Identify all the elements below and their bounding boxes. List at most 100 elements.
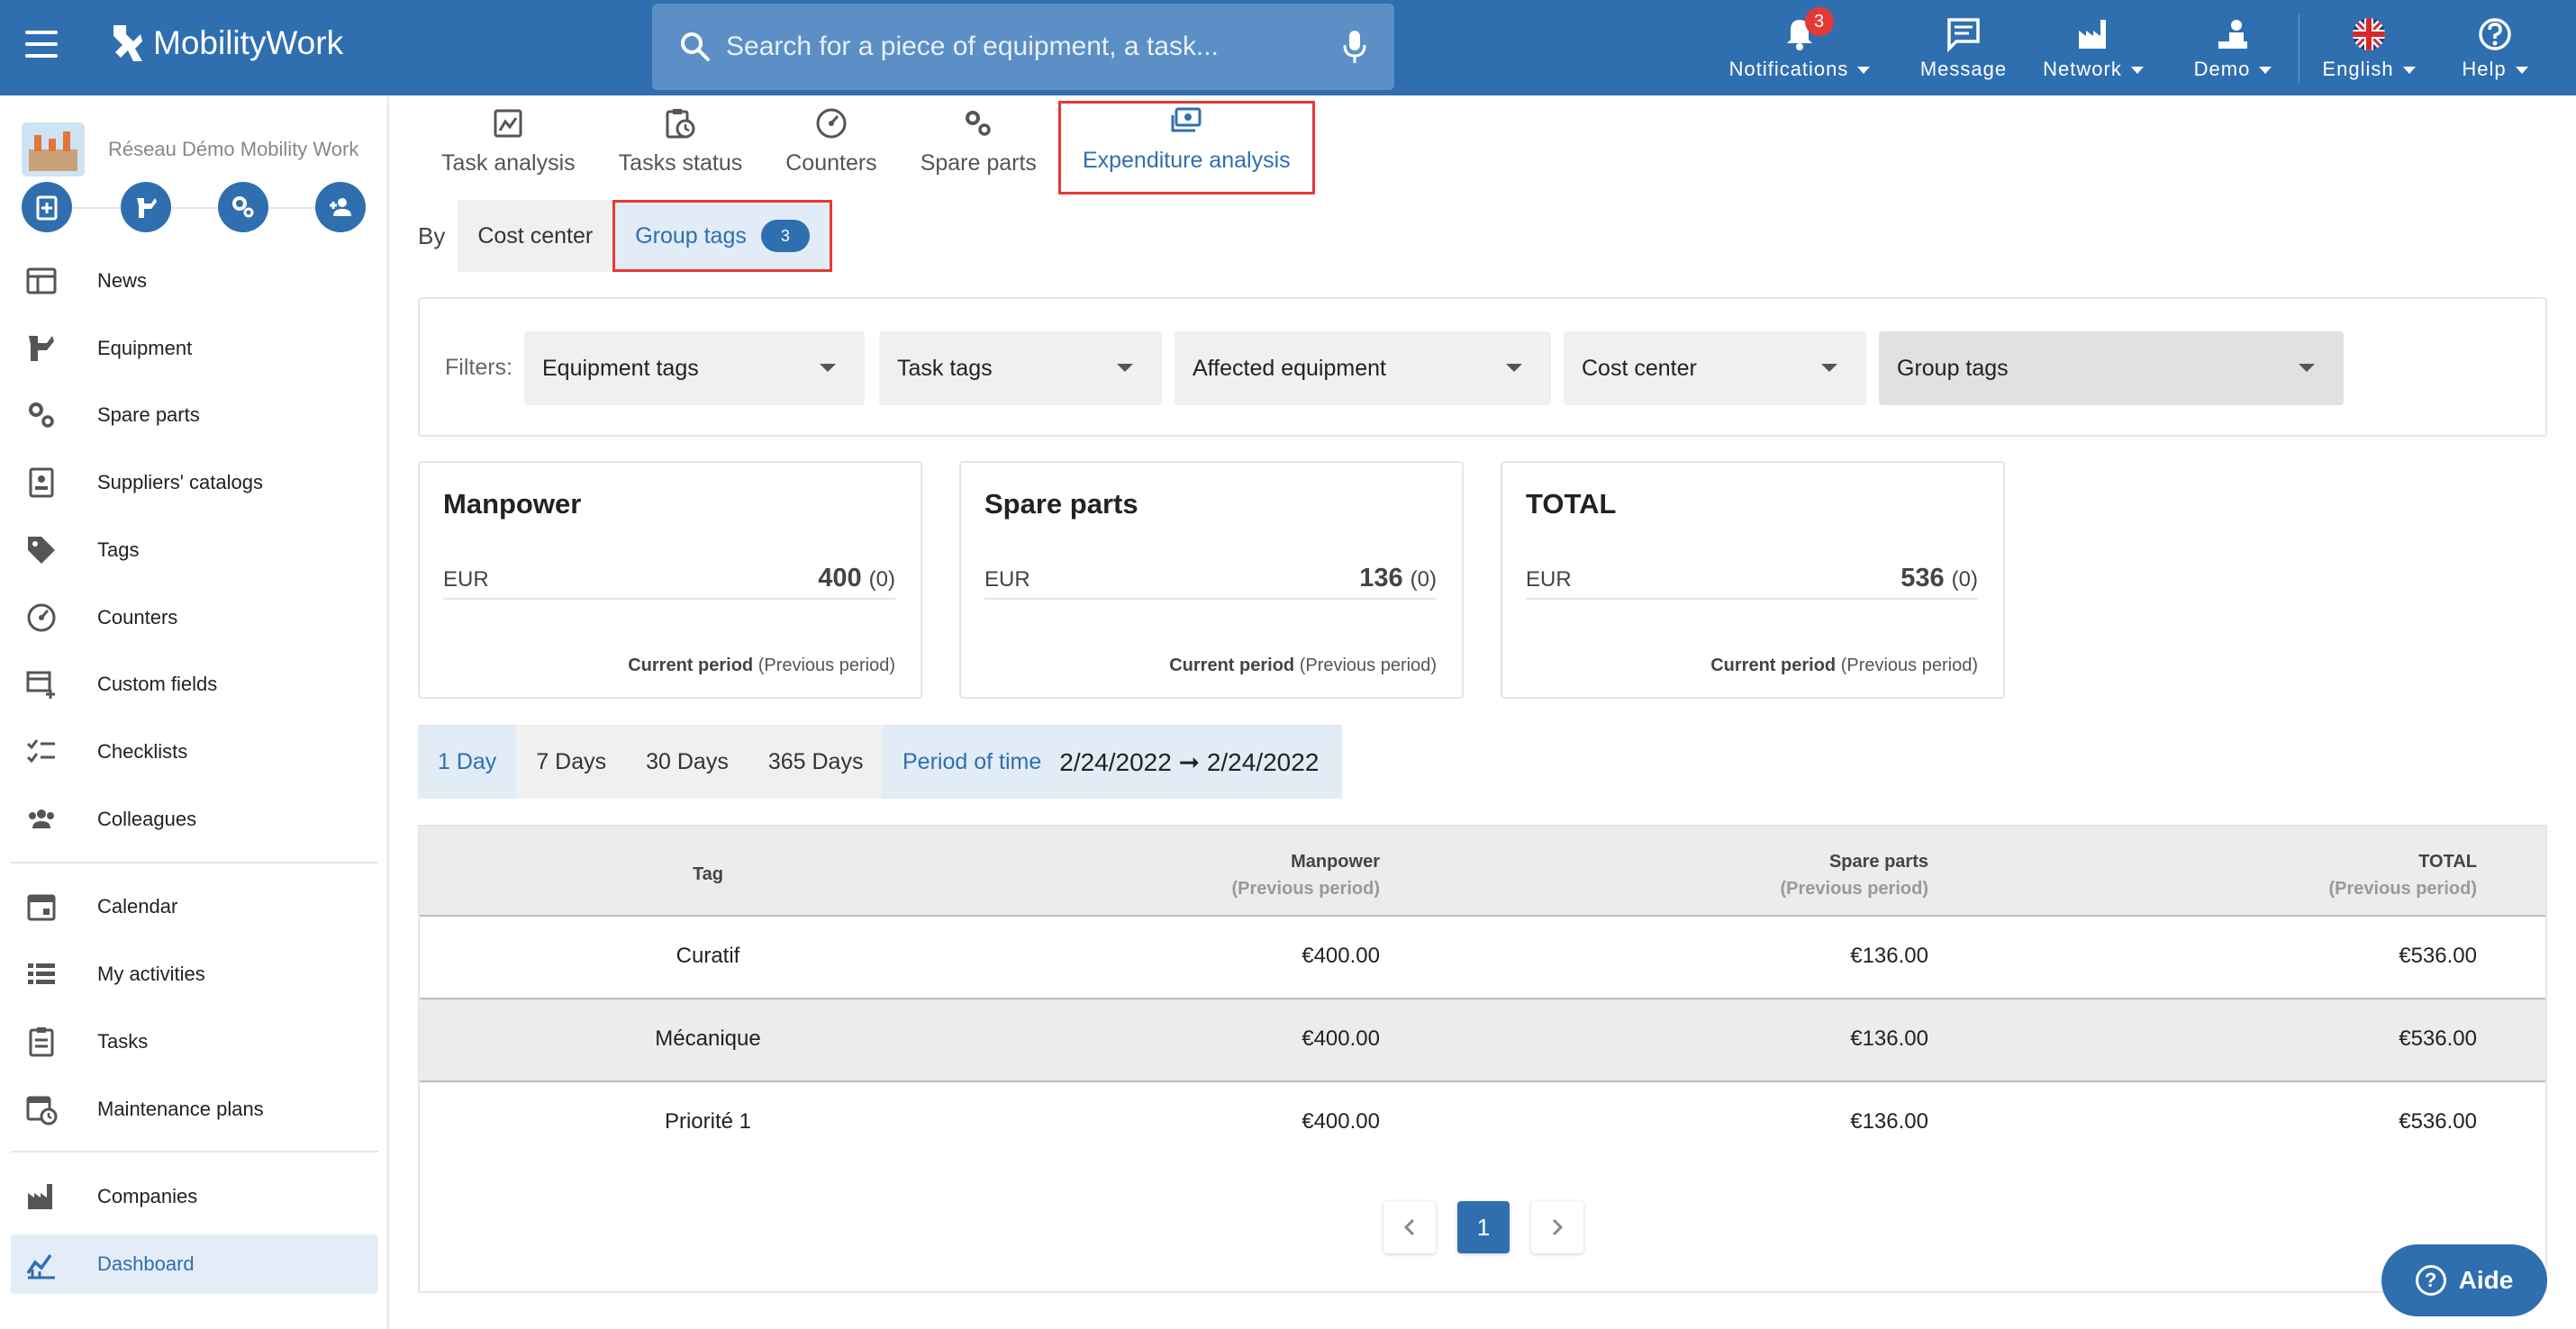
filter-affected-equipment[interactable]: Affected equipment: [1175, 331, 1551, 405]
top-bar: MobilityWork Search for a piece of equip…: [0, 0, 2576, 95]
gears-icon: [966, 111, 992, 136]
chart-icon: [26, 1253, 55, 1279]
period-1-day-button[interactable]: 1 Day: [418, 725, 517, 799]
group-by-selector: By Cost center Group tags 3: [418, 200, 832, 272]
tab-spare-parts[interactable]: Spare parts: [899, 101, 1058, 194]
nav-network[interactable]: Network: [2037, 14, 2149, 81]
sidebar-item-my-activities[interactable]: My activities: [11, 945, 378, 1004]
sidebar-item-calendar[interactable]: Calendar: [11, 877, 378, 936]
sidebar-item-tags[interactable]: Tags: [11, 520, 378, 580]
quick-actions-divider: [23, 207, 366, 209]
catalog-icon: [29, 467, 54, 498]
search-input[interactable]: Search for a piece of equipment, a task.…: [726, 32, 1342, 62]
app-logo[interactable]: MobilityWork: [106, 22, 343, 65]
nav-notifications[interactable]: 3 Notifications: [1728, 7, 1872, 81]
chevron-down-icon: [2515, 67, 2528, 75]
table-row[interactable]: Priorité 1 €400.00 €136.00 €536.00: [420, 1082, 2545, 1165]
sidebar-item-maintenance-plans[interactable]: Maintenance plans: [11, 1080, 378, 1139]
menu-icon[interactable]: [25, 31, 58, 58]
table-row[interactable]: Mécanique €400.00 €136.00 €536.00: [420, 999, 2545, 1082]
organization[interactable]: Réseau Démo Mobility Work: [22, 122, 358, 176]
organization-name: Réseau Démo Mobility Work: [108, 138, 359, 160]
footer-previous-label: (Previous period): [1840, 655, 1978, 675]
add-colleague-button[interactable]: [315, 182, 366, 232]
column-title: Tag: [692, 864, 724, 884]
caret-down-icon: [1506, 364, 1522, 372]
column-header-tag[interactable]: Tag: [618, 861, 798, 888]
tab-expenditure-analysis[interactable]: Expenditure analysis: [1057, 101, 1315, 194]
sidebar-item-dashboard[interactable]: Dashboard: [11, 1234, 378, 1294]
page-button[interactable]: 1: [1457, 1201, 1510, 1253]
column-header-spare-parts[interactable]: Spare parts (Previous period): [1781, 848, 1928, 902]
filter-group-tags[interactable]: Group tags: [1879, 331, 2344, 405]
cell-total: €536.00: [2399, 944, 2477, 968]
filter-label: Equipment tags: [542, 355, 699, 381]
column-header-total[interactable]: TOTAL (Previous period): [2329, 848, 2477, 902]
calendar-clock-icon: [26, 1096, 58, 1126]
card-divider: [984, 598, 1437, 600]
period-of-time-label: Period of time: [903, 748, 1042, 774]
tab-counters[interactable]: Counters: [764, 101, 898, 194]
help-chat-button[interactable]: ? Aide: [2381, 1244, 2547, 1316]
sidebar-item-custom-fields[interactable]: Custom fields: [11, 655, 378, 714]
nav-demo[interactable]: Demo: [2183, 14, 2282, 81]
sidebar-item-spare-parts[interactable]: Spare parts: [11, 385, 378, 445]
filter-task-tags[interactable]: Task tags: [879, 331, 1162, 405]
card-current-value: 136: [1359, 564, 1403, 592]
period-365-days-button[interactable]: 365 Days: [748, 725, 884, 799]
filter-equipment-tags[interactable]: Equipment tags: [524, 331, 865, 405]
news-icon: [26, 267, 57, 294]
cell-manpower: €400.00: [1302, 944, 1380, 968]
sidebar-item-suppliers-catalogs[interactable]: Suppliers' catalogs: [11, 453, 378, 512]
filters-panel: Filters: Equipment tags Task tags Affect…: [418, 297, 2547, 437]
sidebar-item-tasks[interactable]: Tasks: [11, 1012, 378, 1071]
group-by-cost-center-button[interactable]: Cost center: [458, 200, 613, 272]
next-page-button[interactable]: [1531, 1201, 1583, 1253]
nav-language-label: English: [2322, 58, 2394, 80]
nav-language[interactable]: English: [2313, 14, 2425, 81]
nav-message[interactable]: Message: [1909, 14, 2018, 81]
new-spare-part-button[interactable]: [218, 182, 268, 232]
logo-wrench-icon: [113, 25, 142, 61]
new-equipment-button[interactable]: [121, 182, 171, 232]
previous-page-button[interactable]: [1383, 1201, 1436, 1253]
sidebar-item-companies[interactable]: Companies: [11, 1167, 378, 1226]
sidebar-item-colleagues[interactable]: Colleagues: [11, 790, 378, 849]
tab-task-analysis[interactable]: Task analysis: [420, 101, 597, 194]
gears-icon: [232, 196, 254, 218]
new-task-button[interactable]: [22, 182, 72, 232]
column-header-manpower[interactable]: Manpower (Previous period): [1232, 848, 1380, 902]
list-icon: [28, 963, 55, 984]
table-row[interactable]: Curatif €400.00 €136.00 €536.00: [420, 917, 2545, 999]
group-by-group-tags-label: Group tags: [635, 222, 747, 249]
people-icon: [29, 809, 54, 828]
manpower-card: Manpower EUR 400 (0) Current period (Prev…: [418, 461, 922, 699]
card-currency: EUR: [984, 567, 1030, 592]
sidebar-item-checklists[interactable]: Checklists: [11, 722, 378, 782]
question-mark-icon: ?: [2415, 1265, 2446, 1296]
nav-notifications-label: Notifications: [1728, 58, 1849, 80]
gauge-icon: [816, 108, 847, 139]
sidebar-item-news[interactable]: News: [11, 251, 378, 311]
clipboard-clock-icon: [666, 109, 695, 139]
period-7-days-button[interactable]: 7 Days: [516, 725, 627, 799]
filter-cost-center[interactable]: Cost center: [1564, 331, 1866, 405]
caret-down-icon: [2299, 364, 2315, 372]
search-bar[interactable]: Search for a piece of equipment, a task.…: [652, 4, 1394, 90]
period-30-days-button[interactable]: 30 Days: [626, 725, 748, 799]
card-divider: [1526, 598, 1978, 600]
equipment-icon: [137, 198, 157, 218]
nav-help[interactable]: Help: [2452, 14, 2538, 81]
sidebar-item-equipment[interactable]: Equipment: [11, 319, 378, 378]
period-of-time-picker[interactable]: Period of time 2/24/2022 ➞ 2/24/2022: [883, 725, 1342, 799]
tab-tasks-status[interactable]: Tasks status: [597, 101, 765, 194]
pagination: 1: [1383, 1201, 1605, 1253]
cell-manpower: €400.00: [1302, 1026, 1380, 1051]
card-value: 536 (0): [1900, 564, 1978, 593]
group-by-group-tags-button[interactable]: Group tags 3: [612, 200, 832, 272]
period-selector: 1 Day 7 Days 30 Days 365 Days: [418, 725, 884, 799]
sidebar-divider: [11, 862, 378, 863]
filter-label: Group tags: [1897, 355, 2009, 381]
microphone-icon[interactable]: [1342, 29, 1367, 65]
sidebar-item-counters[interactable]: Counters: [11, 588, 378, 647]
